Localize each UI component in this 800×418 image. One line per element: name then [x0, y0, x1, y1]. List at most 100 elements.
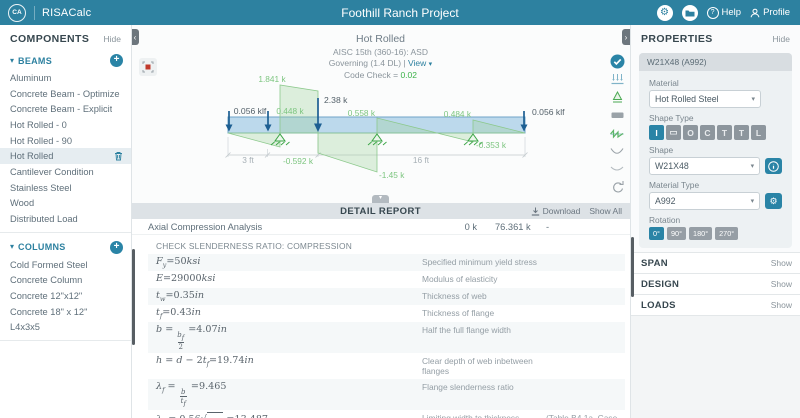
shape-label: Shape	[649, 145, 782, 155]
sidebar-item-beam[interactable]: Concrete Beam - Explicit	[0, 101, 131, 117]
sidebar-item-label: Concrete 18" x 12"	[10, 307, 87, 317]
shape-select[interactable]: W21X48 ▾	[649, 157, 760, 175]
download-button[interactable]: Download	[531, 206, 581, 216]
property-section-row[interactable]: LOADS Show	[631, 295, 800, 316]
shape-type-button[interactable]: ▭	[666, 125, 681, 140]
sidebar-item-beam[interactable]: Distributed Load	[0, 211, 131, 227]
sidebar-item-column[interactable]: Concrete 12"x12"	[0, 288, 131, 304]
dimension-label: 3 ft	[242, 155, 254, 165]
collapse-left-panel-tab[interactable]: ‹	[131, 29, 139, 45]
formula-reference	[546, 324, 625, 325]
download-icon	[531, 207, 540, 216]
material-label: Material	[649, 78, 782, 88]
shape-type-button[interactable]: L	[751, 125, 766, 140]
beam-view-button[interactable]	[607, 107, 627, 123]
loads-view-button[interactable]	[607, 71, 627, 87]
beams-section-header[interactable]: ▾ BEAMS +	[0, 51, 131, 70]
formula-reference	[546, 273, 625, 274]
report-collapse-button[interactable]: ▾	[372, 195, 389, 203]
components-hide-link[interactable]: Hide	[104, 34, 121, 44]
chevron-down-icon: ▾	[379, 195, 382, 201]
chevron-left-icon: ‹	[134, 33, 137, 42]
rotate-view-button[interactable]	[607, 179, 627, 195]
formula-description: Specified minimum yield stress	[422, 256, 546, 268]
shape-type-button[interactable]: C	[700, 125, 715, 140]
sidebar-item-label: Wood	[10, 198, 34, 208]
rotation-button[interactable]: 90°	[667, 227, 686, 240]
sidebar-item-beam[interactable]: Wood	[0, 196, 131, 212]
sidebar-item-label: Aluminum	[10, 73, 51, 83]
analysis-capacity: 76.361 k	[495, 222, 531, 232]
moment-diagram-button[interactable]	[607, 143, 627, 159]
moment-diagram-icon	[609, 145, 625, 157]
material-select[interactable]: Hot Rolled Steel ▾	[649, 90, 761, 108]
sidebar-item-column[interactable]: Cold Formed Steel	[0, 257, 131, 273]
chevron-down-icon: ▾	[10, 57, 14, 65]
shape-type-button[interactable]: O	[683, 125, 698, 140]
shear-diagram-button[interactable]	[607, 125, 627, 141]
show-link[interactable]: Show	[771, 300, 792, 310]
supports-view-button[interactable]	[607, 89, 627, 105]
add-beam-button[interactable]: +	[110, 54, 123, 67]
sidebar-item-label: Cantilever Condition	[10, 167, 94, 177]
material-settings-button[interactable]: ⚙	[765, 193, 782, 209]
shape-type-button[interactable]: T	[717, 125, 732, 140]
slenderness-check-section: CHECK SLENDERNESS RATIO: COMPRESSION Fy=…	[148, 237, 625, 418]
columns-section-header[interactable]: ▾ COLUMNS +	[0, 238, 131, 257]
add-column-button[interactable]: +	[110, 241, 123, 254]
projects-button[interactable]	[682, 5, 698, 21]
sidebar-item-beam[interactable]: Hot Rolled - 90	[0, 133, 131, 149]
sidebar-item-column[interactable]: L4x3x5	[0, 320, 131, 336]
shape-type-button[interactable]: I	[649, 125, 664, 140]
property-section-row[interactable]: SPAN Show	[631, 253, 800, 274]
formula: E=29000ksi	[156, 273, 422, 284]
sidebar-item-column[interactable]: Concrete 18" x 12"	[0, 304, 131, 320]
app-logo: CA	[8, 4, 26, 22]
detail-report-body: Axial Compression Analysis 0 k 76.361 k …	[131, 219, 630, 418]
help-button[interactable]: ? Help	[707, 7, 742, 19]
shape-type-button[interactable]: T	[734, 125, 749, 140]
sidebar-divider	[0, 340, 131, 341]
property-section-row[interactable]: DESIGN Show	[631, 274, 800, 295]
sidebar-item-beam[interactable]: Stainless Steel	[0, 180, 131, 196]
member-card-title: W21X48 (A992)	[639, 53, 792, 71]
formula-description: Flange slenderness ratio	[422, 381, 546, 393]
sidebar-item-beam[interactable]: Hot Rolled - 0	[0, 117, 131, 133]
properties-hide-link[interactable]: Hide	[773, 34, 790, 44]
diagram-toolbar	[607, 53, 627, 195]
chevron-down-icon: ▾	[751, 197, 755, 205]
properties-scrollbar[interactable]	[631, 237, 634, 297]
sidebar-item-beam[interactable]: Aluminum	[0, 70, 131, 86]
rotation-button[interactable]: 270°	[715, 227, 738, 240]
sidebar-item-beam[interactable]: Hot Rolled	[0, 148, 131, 164]
analysis-summary-row[interactable]: Axial Compression Analysis 0 k 76.361 k …	[131, 219, 630, 235]
sidebar-item-beam[interactable]: Cantilever Condition	[0, 164, 131, 180]
material-type-label: Material Type	[649, 180, 782, 190]
show-link[interactable]: Show	[771, 279, 792, 289]
profile-button[interactable]: Profile	[750, 7, 790, 18]
check-circle-icon	[610, 54, 625, 69]
formula-row: Fy=50ksi Specified minimum yield stress	[148, 254, 625, 271]
collapse-right-panel-tab[interactable]: ›	[622, 29, 630, 45]
deflection-diagram-icon	[609, 164, 625, 174]
formula-row: λr = 0.56√EFy =13.487 Limiting width to …	[148, 410, 625, 418]
rotation-button[interactable]: 180°	[689, 227, 712, 240]
detail-report-bar: DETAIL REPORT Download Show All	[131, 203, 630, 219]
trash-icon[interactable]	[114, 151, 123, 161]
info-icon	[768, 161, 779, 172]
code-check-view-button[interactable]	[607, 53, 627, 69]
shape-info-button[interactable]	[765, 158, 782, 174]
sidebar-item-label: Stainless Steel	[10, 183, 72, 193]
analysis-ratio: -	[546, 222, 549, 232]
settings-button[interactable]: ⚙	[657, 5, 673, 21]
report-scrollbar[interactable]	[132, 249, 135, 345]
rotation-button[interactable]: 0°	[649, 227, 664, 240]
material-type-select[interactable]: A992 ▾	[649, 192, 760, 210]
sidebar-item-column[interactable]: Concrete Column	[0, 273, 131, 289]
show-link[interactable]: Show	[771, 258, 792, 268]
sidebar-item-label: Distributed Load	[10, 214, 78, 224]
top-bar: CA RISACalc Foothill Ranch Project ⚙ ? H…	[0, 0, 800, 25]
sidebar-item-beam[interactable]: Concrete Beam - Optimize	[0, 86, 131, 102]
deflection-diagram-button[interactable]	[607, 161, 627, 177]
show-all-button[interactable]: Show All	[589, 206, 622, 216]
